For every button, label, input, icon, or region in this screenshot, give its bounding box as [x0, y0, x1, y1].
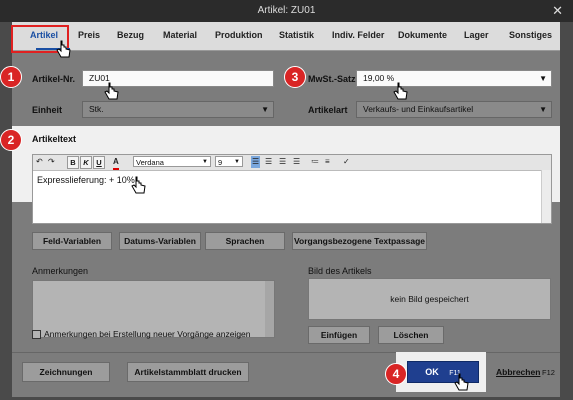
chevron-down-icon: ▼ [234, 159, 240, 165]
artikeltext-content: Expresslieferung: + 10% [37, 175, 135, 185]
font-size-value: 9 [218, 158, 223, 167]
notes-scrollbar[interactable] [265, 281, 274, 337]
font-family-value: Verdana [136, 158, 164, 167]
step-badge-2: 2 [0, 129, 22, 151]
bullet-list-icon[interactable]: ≔ [311, 156, 319, 168]
feld-variablen-button[interactable]: Feld-Variablen [32, 232, 112, 250]
mwst-label: MwSt.-Satz [308, 74, 356, 84]
tab-material[interactable]: Material [163, 30, 197, 40]
numbered-list-icon[interactable]: ≡ [325, 156, 330, 168]
artikelart-label: Artikelart [308, 105, 348, 115]
rich-text-editor[interactable]: ↶ ↷ B K U A Verdana ▼ 9 ▼ ☰ ☰ ☰ ☰ ≔ ≡ ✓ … [32, 154, 552, 224]
hand-cursor-icon [104, 82, 119, 100]
tab-indiv-felder[interactable]: Indiv. Felder [332, 30, 384, 40]
editor-scrollbar[interactable] [541, 170, 551, 223]
chevron-down-icon: ▼ [539, 74, 547, 83]
font-color-icon[interactable]: A [113, 156, 119, 170]
textpassage-button[interactable]: Vorgangsbezogene Textpassage [292, 232, 427, 250]
datums-variablen-button[interactable]: Datums-Variablen [119, 232, 201, 250]
mwst-select[interactable]: 19,00 % ▼ [356, 70, 552, 87]
align-left-icon[interactable]: ☰ [251, 156, 261, 168]
einfuegen-button[interactable]: Einfügen [308, 326, 370, 344]
step-badge-4: 4 [385, 363, 407, 385]
hand-cursor-icon [56, 40, 71, 58]
ok-label: OK [425, 367, 439, 377]
chevron-down-icon: ▼ [539, 105, 547, 114]
tab-lager[interactable]: Lager [464, 30, 489, 40]
tab-produktion[interactable]: Produktion [215, 30, 263, 40]
artikeltext-label: Artikeltext [32, 134, 77, 144]
hand-cursor-icon [393, 82, 408, 100]
zeichnungen-button[interactable]: Zeichnungen [22, 362, 110, 382]
spellcheck-icon[interactable]: ✓ [343, 156, 350, 168]
abbrechen-button[interactable]: Abbrechen [496, 367, 540, 377]
window-title-bar: Artikel: ZU01 [0, 0, 573, 22]
chevron-down-icon: ▼ [202, 159, 208, 165]
abbrechen-shortcut: F12 [542, 368, 555, 377]
align-center-icon[interactable]: ☰ [265, 156, 272, 168]
article-image-box: kein Bild gespeichert [308, 278, 551, 320]
editor-toolbar: ↶ ↷ B K U A Verdana ▼ 9 ▼ ☰ ☰ ☰ ☰ ≔ ≡ ✓ [33, 155, 551, 171]
show-notes-label: Anmerkungen bei Erstellung neuer Vorgäng… [44, 329, 251, 339]
stammblatt-button[interactable]: Artikelstammblatt drucken [127, 362, 249, 382]
tab-statistik[interactable]: Statistik [279, 30, 314, 40]
redo-icon[interactable]: ↷ [48, 156, 55, 168]
step-badge-1: 1 [0, 66, 22, 88]
italic-button[interactable]: K [80, 156, 92, 169]
window-title: Artikel: ZU01 [257, 5, 316, 16]
mwst-value: 19,00 % [363, 73, 395, 83]
tab-artikel[interactable]: Artikel [30, 30, 58, 40]
font-size-select[interactable]: 9 ▼ [215, 156, 243, 167]
tab-preis[interactable]: Preis [78, 30, 100, 40]
underline-button[interactable]: U [93, 156, 105, 169]
tab-bar: Artikel Preis Bezug Material Produktion … [11, 22, 560, 53]
hand-cursor-icon [131, 176, 146, 194]
einheit-label: Einheit [32, 105, 63, 115]
tab-sonstiges[interactable]: Sonstiges [509, 30, 552, 40]
chevron-down-icon: ▼ [261, 105, 269, 114]
show-notes-checkbox[interactable] [32, 330, 41, 339]
artikel-nr-label: Artikel-Nr. [32, 74, 76, 84]
align-right-icon[interactable]: ☰ [279, 156, 286, 168]
bold-button[interactable]: B [67, 156, 79, 169]
align-justify-icon[interactable]: ☰ [293, 156, 300, 168]
loeschen-button[interactable]: Löschen [378, 326, 444, 344]
hand-cursor-icon [454, 373, 469, 391]
artikelart-select[interactable]: Verkaufs- und Einkaufsartikel ▼ [356, 101, 552, 118]
step-badge-3: 3 [284, 66, 306, 88]
einheit-value: Stk. [89, 104, 104, 114]
tab-bezug[interactable]: Bezug [117, 30, 144, 40]
bild-label: Bild des Artikels [308, 266, 372, 276]
close-icon[interactable]: ✕ [552, 0, 563, 22]
sprachen-button[interactable]: Sprachen [205, 232, 285, 250]
anmerkungen-label: Anmerkungen [32, 266, 89, 276]
undo-icon[interactable]: ↶ [36, 156, 43, 168]
artikelart-value: Verkaufs- und Einkaufsartikel [363, 104, 474, 114]
tab-dokumente[interactable]: Dokumente [398, 30, 447, 40]
font-family-select[interactable]: Verdana ▼ [133, 156, 211, 167]
